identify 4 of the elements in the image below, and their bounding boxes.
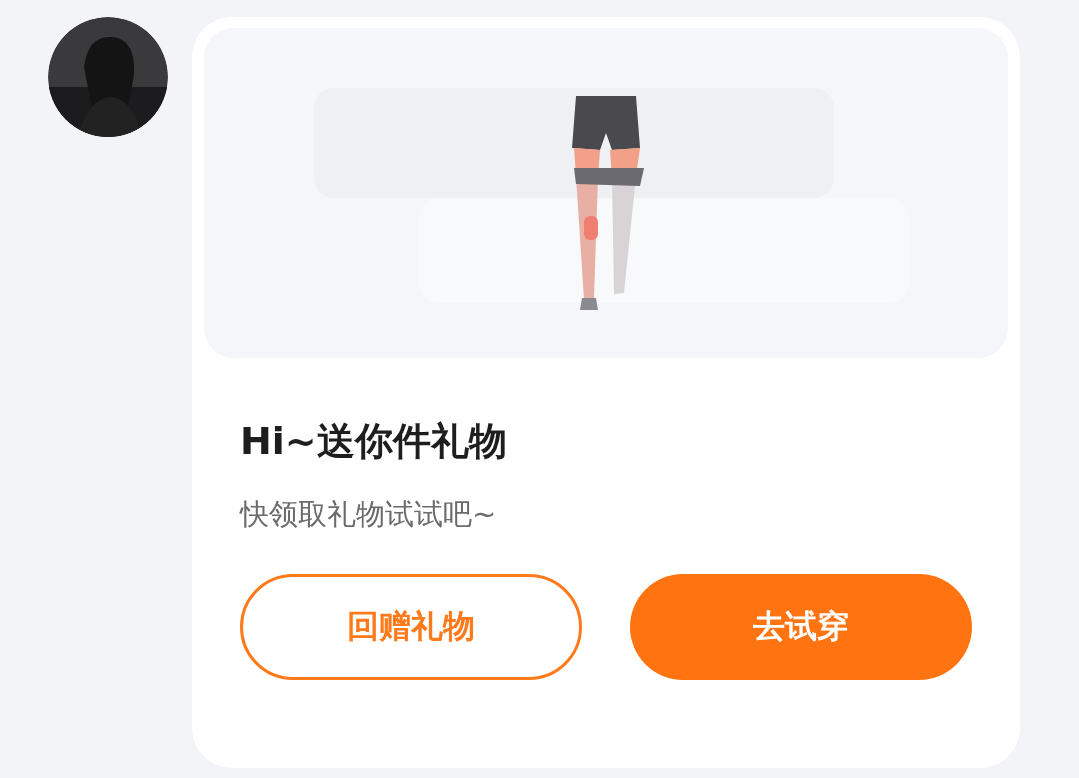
- message-title: Hi~送你件礼物: [240, 418, 507, 465]
- message-subtitle: 快领取礼物试试吧~: [240, 496, 497, 533]
- try-on-button[interactable]: 去试穿: [630, 574, 972, 680]
- return-gift-button[interactable]: 回赠礼物: [240, 574, 582, 680]
